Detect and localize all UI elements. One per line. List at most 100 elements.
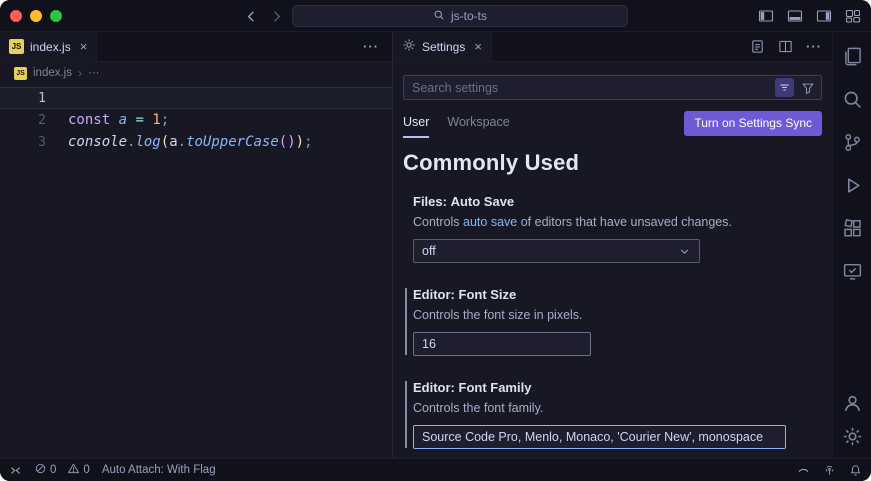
code-token: console xyxy=(68,134,127,150)
code-text: const a = 1; xyxy=(46,112,169,128)
breadcrumb[interactable]: JS index.js › ··· xyxy=(0,62,392,84)
description-text: Controls xyxy=(413,215,463,229)
setting-title: Files: Auto Save xyxy=(413,194,822,209)
remote-indicator-icon[interactable] xyxy=(9,464,22,477)
description-text: of editors that have unsaved changes. xyxy=(517,215,732,229)
code-token: = xyxy=(135,112,152,128)
minimize-window-button[interactable] xyxy=(30,10,42,22)
setting-editor-font-family: Editor: Font Family Controls the font fa… xyxy=(403,380,822,449)
gear-icon xyxy=(402,38,416,55)
layout-controls xyxy=(758,0,861,32)
radio-tower-icon[interactable] xyxy=(823,464,836,477)
vscode-window: js-to-ts JS index.js × xyxy=(0,0,871,481)
zoom-window-button[interactable] xyxy=(50,10,62,22)
breadcrumb-file[interactable]: index.js xyxy=(33,67,72,79)
close-tab-icon[interactable]: × xyxy=(80,39,88,54)
forward-icon[interactable] xyxy=(269,9,284,24)
traffic-lights xyxy=(10,10,62,22)
breadcrumb-symbol[interactable]: ··· xyxy=(88,67,100,79)
close-tab-icon[interactable]: × xyxy=(474,39,482,54)
font-family-input[interactable] xyxy=(413,425,786,449)
code-line[interactable]: 3 console.log(a.toUpperCase()); xyxy=(0,131,392,153)
select-value: off xyxy=(422,244,436,258)
settings-search-input[interactable] xyxy=(412,81,768,95)
settings-gear-icon[interactable] xyxy=(840,424,864,448)
auto-save-link[interactable]: auto save xyxy=(463,215,517,229)
setting-name: Font Family xyxy=(459,380,532,395)
code-token: ; xyxy=(304,134,312,150)
auto-save-select[interactable]: off xyxy=(413,239,700,263)
tab-index-js[interactable]: JS index.js × xyxy=(0,32,97,61)
code-line[interactable]: 1 xyxy=(0,87,392,109)
settings-scope-tabs: User Workspace Turn on Settings Sync xyxy=(403,108,822,138)
auto-attach-status[interactable]: Auto Attach: With Flag xyxy=(102,464,216,476)
customize-layout-icon[interactable] xyxy=(845,8,861,24)
setting-editor-font-size: Editor: Font Size Controls the font size… xyxy=(403,287,822,356)
status-curve-icon[interactable] xyxy=(797,464,810,477)
setting-category: Editor: xyxy=(413,380,459,395)
line-number: 3 xyxy=(0,135,46,150)
remote-explorer-icon[interactable] xyxy=(840,259,864,283)
funnel-filter-icon[interactable] xyxy=(801,81,815,95)
tab-label: Settings xyxy=(422,40,465,54)
code-line[interactable]: 2 const a = 1; xyxy=(0,109,392,131)
tab-user[interactable]: User xyxy=(403,108,429,138)
open-settings-json-icon[interactable] xyxy=(750,39,765,54)
titlebar: js-to-ts xyxy=(0,0,871,32)
status-bar: 0 0 Auto Attach: With Flag xyxy=(0,458,871,481)
settings-sync-button[interactable]: Turn on Settings Sync xyxy=(684,111,822,136)
run-debug-icon[interactable] xyxy=(840,173,864,197)
code-token: ( xyxy=(279,134,287,150)
workbench: JS index.js × ··· JS index.js › ··· 1 2 xyxy=(0,32,871,458)
filter-lines-icon[interactable] xyxy=(775,78,794,97)
editor-group-left: JS index.js × ··· JS index.js › ··· 1 2 xyxy=(0,32,393,458)
code-token: 1 xyxy=(152,112,160,128)
error-icon xyxy=(34,462,47,478)
line-number: 1 xyxy=(0,91,46,106)
code-editor[interactable]: 1 2 const a = 1; 3 console.log(a.toUpper… xyxy=(0,84,392,458)
close-window-button[interactable] xyxy=(10,10,22,22)
setting-name: Auto Save xyxy=(451,194,515,209)
code-token: log xyxy=(135,134,160,150)
setting-title: Editor: Font Size xyxy=(413,287,822,302)
setting-description: Controls the font family. xyxy=(413,401,822,415)
editor-group-right: Settings × ··· xyxy=(393,32,832,458)
setting-category: Files: xyxy=(413,194,451,209)
extensions-icon[interactable] xyxy=(840,216,864,240)
toggle-panel-icon[interactable] xyxy=(787,8,803,24)
explorer-icon[interactable] xyxy=(840,44,864,68)
settings-heading: Commonly Used xyxy=(403,150,822,176)
error-count: 0 xyxy=(50,464,56,476)
code-token: ) xyxy=(296,134,304,150)
search-icon[interactable] xyxy=(840,87,864,111)
warning-count: 0 xyxy=(83,464,89,476)
more-actions-icon[interactable]: ··· xyxy=(806,39,822,54)
code-token: const xyxy=(68,112,119,128)
toggle-primary-sidebar-icon[interactable] xyxy=(758,8,774,24)
setting-description: Controls auto save of editors that have … xyxy=(413,215,822,229)
code-text: console.log(a.toUpperCase()); xyxy=(46,134,313,150)
code-token: ) xyxy=(287,134,295,150)
source-control-icon[interactable] xyxy=(840,130,864,154)
problems-indicator[interactable]: 0 0 xyxy=(34,462,90,478)
split-editor-icon[interactable] xyxy=(778,39,793,54)
back-icon[interactable] xyxy=(244,9,259,24)
activity-bar xyxy=(832,32,871,458)
chevron-right-icon: › xyxy=(78,66,82,80)
settings-editor: User Workspace Turn on Settings Sync Com… xyxy=(393,62,832,458)
tab-settings[interactable]: Settings × xyxy=(393,32,492,61)
command-center[interactable]: js-to-ts xyxy=(292,5,628,27)
tab-workspace[interactable]: Workspace xyxy=(447,108,509,138)
tab-label: index.js xyxy=(30,40,71,54)
bell-icon[interactable] xyxy=(849,464,862,477)
account-icon[interactable] xyxy=(840,391,864,415)
editor-actions: ··· xyxy=(750,32,832,61)
history-nav xyxy=(244,0,284,32)
more-actions-icon[interactable]: ··· xyxy=(350,39,392,54)
toggle-secondary-sidebar-icon[interactable] xyxy=(816,8,832,24)
command-center-text: js-to-ts xyxy=(451,9,487,23)
code-token: toUpperCase xyxy=(186,134,279,150)
settings-search xyxy=(403,75,822,100)
font-size-input[interactable] xyxy=(413,332,591,356)
code-token: ( xyxy=(161,134,169,150)
